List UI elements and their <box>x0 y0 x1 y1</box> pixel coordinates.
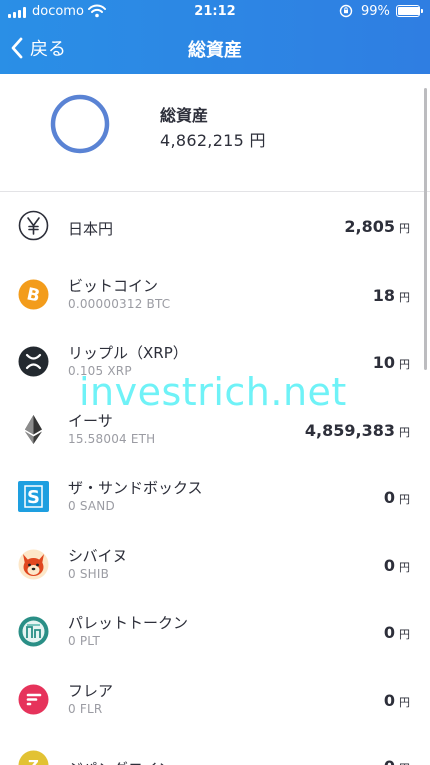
asset-row[interactable]: シバイヌ 0 SHIB 0 円 <box>0 530 430 598</box>
asset-quantity: 0 FLR <box>68 701 103 716</box>
asset-value-unit: 円 <box>399 760 410 765</box>
plt-icon <box>18 616 49 647</box>
summary-label: 総資産 <box>160 106 209 125</box>
asset-value-number: 0 <box>383 623 395 642</box>
summary-value: 4,862,215 円 <box>160 131 266 150</box>
asset-quantity: 0.00000312 BTC <box>68 296 171 311</box>
asset-quantity: 0 PLT <box>68 634 101 648</box>
asset-name: シバイヌ <box>68 546 128 565</box>
asset-quantity: 0 SAND <box>68 499 115 513</box>
svg-text:Z: Z <box>28 757 39 765</box>
asset-name: 日本円 <box>68 220 114 238</box>
asset-value-number: 18 <box>372 285 395 305</box>
shib-icon <box>18 549 49 580</box>
asset-value-unit: 円 <box>399 628 410 641</box>
asset-value: 10 円 <box>373 353 410 372</box>
asset-value-unit: 円 <box>399 425 410 439</box>
asset-value-unit: 円 <box>399 290 410 304</box>
bitcoin-icon: B <box>18 279 49 310</box>
asset-value-number: 0 <box>383 555 395 575</box>
ethereum-icon <box>18 414 49 445</box>
xrp-icon <box>18 346 49 377</box>
asset-value-number: 0 <box>383 690 395 710</box>
battery-icon <box>396 5 423 17</box>
flr-icon <box>18 684 49 715</box>
allocation-donut-chart <box>50 94 110 154</box>
asset-value-unit: 円 <box>399 493 410 506</box>
asset-row[interactable]: パレットトークン 0 PLT 0 円 <box>0 597 430 665</box>
asset-value-number: 10 <box>372 353 395 372</box>
asset-value: 18 円 <box>373 286 410 305</box>
asset-name: ザ・サンドボックス <box>68 479 203 497</box>
header: docomo 21:12 99% 戻る 総資産 <box>0 0 430 74</box>
asset-name: フレア <box>68 681 114 700</box>
yen-icon <box>18 210 49 241</box>
asset-value: 0 円 <box>384 488 410 507</box>
page-title: 総資産 <box>188 40 242 61</box>
battery-percent: 99% <box>361 4 390 19</box>
orientation-lock-icon <box>339 4 353 18</box>
asset-value: 2,805 円 <box>344 217 410 236</box>
sand-icon: S <box>18 481 49 512</box>
asset-value: 0 円 <box>384 757 410 765</box>
asset-value: 0 円 <box>384 691 410 710</box>
asset-value-number: 4,859,383 <box>304 420 395 440</box>
asset-value-unit: 円 <box>399 222 410 235</box>
asset-name: パレットトークン <box>68 614 189 632</box>
total-assets-summary: 総資産 4,862,215 円 <box>0 74 430 192</box>
asset-value-number: 0 <box>383 488 395 507</box>
asset-name: ビットコイン <box>68 276 159 295</box>
asset-list: 日本円 2,805 円 B ビットコイン 0.00000312 BTC 18 円… <box>0 192 430 765</box>
asset-value-unit: 円 <box>399 695 410 709</box>
asset-name: ジパングコイン <box>68 758 173 765</box>
asset-quantity: 0 SHIB <box>68 566 110 581</box>
asset-value: 0 円 <box>384 556 410 575</box>
asset-value-unit: 円 <box>399 358 410 371</box>
asset-value-number: 0 <box>384 757 395 765</box>
asset-name: リップル（XRP） <box>68 344 188 362</box>
asset-value-unit: 円 <box>399 560 410 574</box>
app-root: docomo 21:12 99% 戻る 総資産 総資産 4,862,215 円 … <box>0 0 430 765</box>
asset-quantity: 15.58004 ETH <box>68 431 156 446</box>
watermark-text: investrich.net <box>79 370 347 414</box>
asset-value-number: 2,805 <box>344 217 395 236</box>
asset-row[interactable]: S ザ・サンドボックス 0 SAND 0 円 <box>0 462 430 530</box>
svg-text:S: S <box>27 487 40 508</box>
asset-row[interactable]: Z ジパングコイン 0 円 <box>0 732 430 765</box>
status-bar: docomo 21:12 99% <box>0 0 430 26</box>
zpg-icon: Z <box>18 750 49 765</box>
asset-row[interactable]: フレア 0 FLR 0 円 <box>0 665 430 733</box>
asset-row[interactable]: B ビットコイン 0.00000312 BTC 18 円 <box>0 260 430 328</box>
asset-value: 4,859,383 円 <box>305 421 410 440</box>
asset-row[interactable]: 日本円 2,805 円 <box>0 192 430 260</box>
scrollbar[interactable] <box>424 88 427 370</box>
asset-value: 0 円 <box>384 623 410 642</box>
